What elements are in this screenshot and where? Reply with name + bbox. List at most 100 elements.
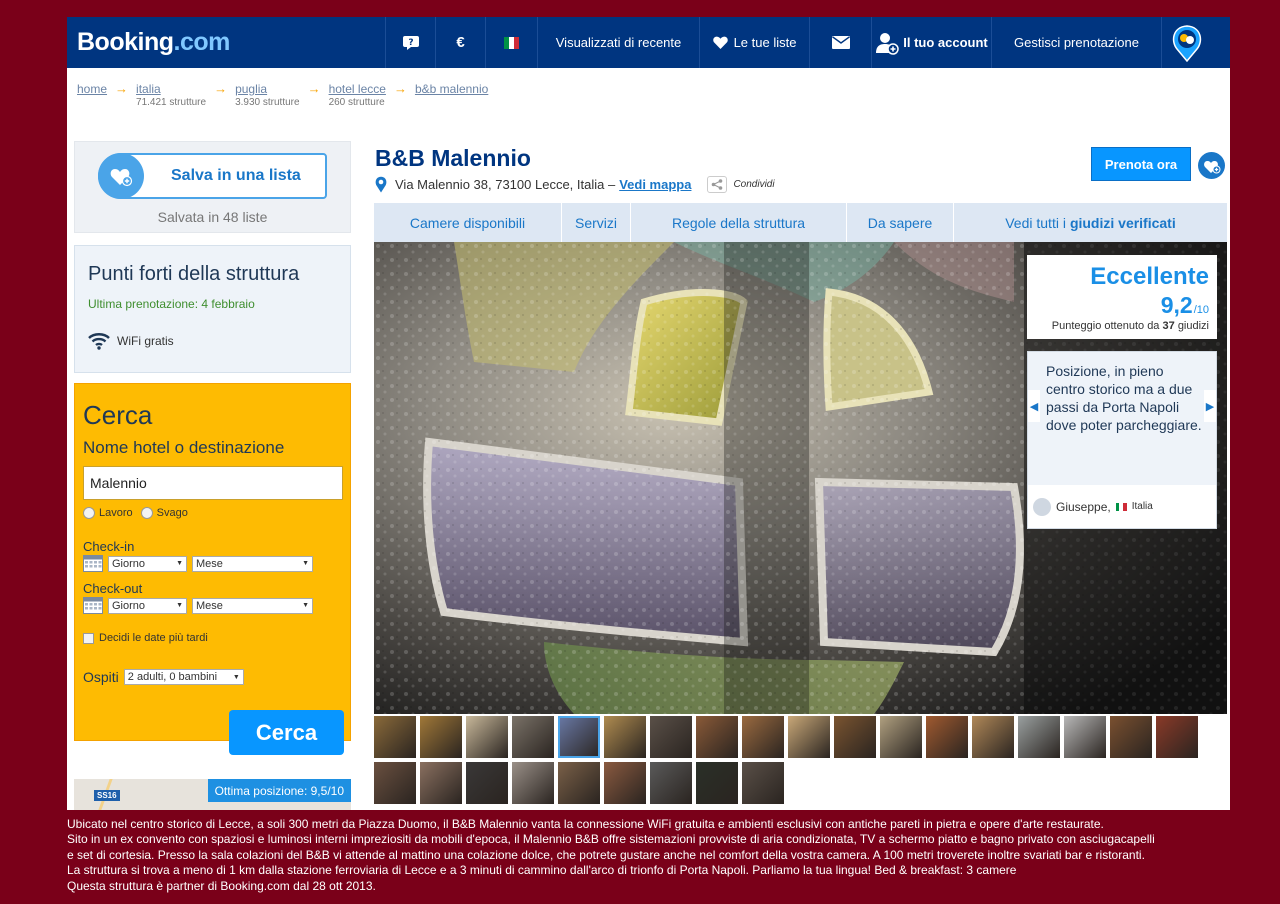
logo-main: Booking bbox=[77, 28, 174, 56]
photo-thumbnail[interactable] bbox=[466, 762, 508, 804]
photo-thumbnail[interactable] bbox=[420, 762, 462, 804]
photo-thumbnail[interactable] bbox=[1110, 716, 1152, 758]
messages-button[interactable] bbox=[809, 17, 871, 68]
breadcrumb-italia: italia 71.421 strutture bbox=[136, 82, 206, 108]
wishlist-button[interactable] bbox=[1198, 152, 1225, 179]
recently-viewed-label: Visualizzati di recente bbox=[555, 35, 682, 50]
breadcrumb-link-hotel-lecce[interactable]: hotel lecce bbox=[329, 82, 386, 96]
photo-thumbnail[interactable] bbox=[604, 716, 646, 758]
save-circle bbox=[98, 153, 144, 199]
caret-down-icon: ▼ bbox=[176, 602, 183, 609]
checkin-row: Giorno ▼ Mese ▼ bbox=[83, 555, 313, 572]
help-button[interactable]: ? bbox=[385, 17, 435, 68]
save-to-list-button[interactable]: Salva in una lista bbox=[98, 153, 327, 199]
photo-thumbnail[interactable] bbox=[696, 716, 738, 758]
tab-available-rooms[interactable]: Camere disponibili bbox=[374, 203, 562, 242]
photo-thumbnail[interactable] bbox=[1018, 716, 1060, 758]
breadcrumb-arrow-icon: → bbox=[393, 81, 407, 96]
photo-thumbnail[interactable] bbox=[742, 762, 784, 804]
breadcrumb-link-puglia[interactable]: puglia bbox=[235, 82, 299, 96]
photo-thumbnail[interactable] bbox=[880, 716, 922, 758]
review-score-box[interactable]: Eccellente 9,2/10 Punteggio ottenuto da … bbox=[1027, 255, 1217, 339]
photo-thumbnail[interactable] bbox=[374, 762, 416, 804]
photo-thumbnail[interactable] bbox=[926, 716, 968, 758]
breadcrumb-link-home[interactable]: home bbox=[77, 82, 107, 96]
photo-thumbnail[interactable] bbox=[1156, 716, 1198, 758]
tab-house-rules[interactable]: Regole della struttura bbox=[631, 203, 847, 242]
checkin-month-select[interactable]: Mese ▼ bbox=[192, 555, 313, 572]
photo-thumbnail[interactable] bbox=[512, 716, 554, 758]
hotel-address: Via Malennio 38, 73100 Lecce, Italia – bbox=[395, 177, 616, 192]
photo-thumbnail[interactable] bbox=[558, 716, 600, 758]
top-navbar: Booking .com ? € Visualizzati di recente … bbox=[67, 17, 1230, 68]
tab-services[interactable]: Servizi bbox=[562, 203, 631, 242]
radio-work[interactable] bbox=[83, 507, 95, 519]
caret-down-icon: ▼ bbox=[232, 673, 240, 681]
description-line: Sito in un ex convento con spaziosi e lu… bbox=[67, 832, 1155, 847]
checkin-day-value: Giorno bbox=[112, 557, 146, 570]
destination-input[interactable] bbox=[83, 466, 343, 500]
checkin-day-select[interactable]: Giorno ▼ bbox=[108, 555, 187, 572]
photo-thumbnail[interactable] bbox=[834, 716, 876, 758]
your-lists-link[interactable]: Le tue liste bbox=[699, 17, 809, 68]
manage-booking-link[interactable]: Gestisci prenotazione bbox=[991, 17, 1161, 68]
review-prev-arrow-icon[interactable]: ◀ bbox=[1028, 390, 1040, 422]
italy-flag-icon bbox=[503, 36, 520, 49]
photo-thumbnail[interactable] bbox=[696, 762, 738, 804]
tab-verified-reviews[interactable]: Vedi tutti i giudizi verificati bbox=[954, 203, 1227, 242]
photo-thumbnail[interactable] bbox=[650, 762, 692, 804]
share-button[interactable]: Condividi bbox=[707, 176, 775, 193]
guests-select[interactable]: 2 adulti, 0 bambini ▼ bbox=[123, 669, 244, 685]
highlights-title: Punti forti della struttura bbox=[88, 263, 300, 285]
recently-viewed-link[interactable]: Visualizzati di recente bbox=[537, 17, 699, 68]
decide-later-label: Decidi le date più tardi bbox=[99, 632, 208, 644]
photo-thumbnail[interactable] bbox=[558, 762, 600, 804]
photo-thumbnail[interactable] bbox=[650, 716, 692, 758]
checkout-day-select[interactable]: Giorno ▼ bbox=[108, 597, 187, 614]
logo-dotcom: .com bbox=[173, 28, 231, 56]
review-next-arrow-icon[interactable]: ▶ bbox=[1204, 390, 1216, 422]
score-value: 9,2/10 bbox=[1161, 292, 1209, 319]
breadcrumb-link-current[interactable]: b&b malennio bbox=[415, 82, 488, 96]
currency-symbol: € bbox=[456, 34, 465, 51]
caret-down-icon: ▼ bbox=[302, 560, 309, 567]
currency-selector[interactable]: € bbox=[435, 17, 485, 68]
reviewer-avatar bbox=[1033, 497, 1051, 516]
radio-leisure[interactable] bbox=[140, 507, 153, 519]
photo-thumbnail[interactable] bbox=[972, 716, 1014, 758]
review-text: Posizione, in pieno centro storico ma a … bbox=[1046, 363, 1202, 433]
language-selector[interactable] bbox=[485, 17, 537, 68]
photo-thumbnail[interactable] bbox=[604, 762, 646, 804]
road-label: SS16 bbox=[94, 790, 120, 801]
book-now-button[interactable]: Prenota ora bbox=[1091, 147, 1191, 181]
decide-later-checkbox[interactable] bbox=[83, 632, 94, 644]
search-button[interactable]: Cerca bbox=[229, 710, 344, 755]
saved-count: Salvata in 48 liste bbox=[157, 209, 268, 225]
calendar-icon[interactable] bbox=[83, 555, 103, 572]
checkin-month-value: Mese bbox=[196, 557, 223, 570]
photo-thumbnail[interactable] bbox=[1064, 716, 1106, 758]
booking-logo[interactable]: Booking .com bbox=[67, 17, 385, 68]
help-icon: ? bbox=[402, 35, 419, 50]
checkin-label: Check-in bbox=[83, 539, 135, 554]
breadcrumb-link-italia[interactable]: italia bbox=[136, 82, 206, 96]
save-to-list-label: Salva in una lista bbox=[171, 167, 301, 184]
account-menu[interactable]: Il tuo account bbox=[871, 17, 991, 68]
map-preview[interactable]: SS16 Ottima posizione: 9,5/10 bbox=[74, 779, 351, 810]
address-row: Via Malennio 38, 73100 Lecce, Italia – V… bbox=[375, 176, 775, 193]
photo-thumbnail[interactable] bbox=[466, 716, 508, 758]
photo-thumbnail[interactable] bbox=[512, 762, 554, 804]
photo-thumbnail[interactable] bbox=[742, 716, 784, 758]
calendar-icon[interactable] bbox=[83, 597, 103, 614]
photo-thumbnail[interactable] bbox=[374, 716, 416, 758]
score-count-suffix: giudizi bbox=[1177, 320, 1209, 332]
tab-fine-print[interactable]: Da sapere bbox=[847, 203, 954, 242]
photo-thumbnail[interactable] bbox=[788, 716, 830, 758]
map-pin-chat-icon bbox=[1172, 24, 1201, 62]
decide-later-row: Decidi le date più tardi bbox=[83, 632, 208, 644]
checkout-month-select[interactable]: Mese ▼ bbox=[192, 597, 313, 614]
location-pin-button[interactable] bbox=[1161, 17, 1211, 68]
photo-thumbnail[interactable] bbox=[420, 716, 462, 758]
show-map-link[interactable]: Vedi mappa bbox=[619, 177, 691, 192]
wifi-feature: WiFi gratis bbox=[88, 332, 174, 350]
